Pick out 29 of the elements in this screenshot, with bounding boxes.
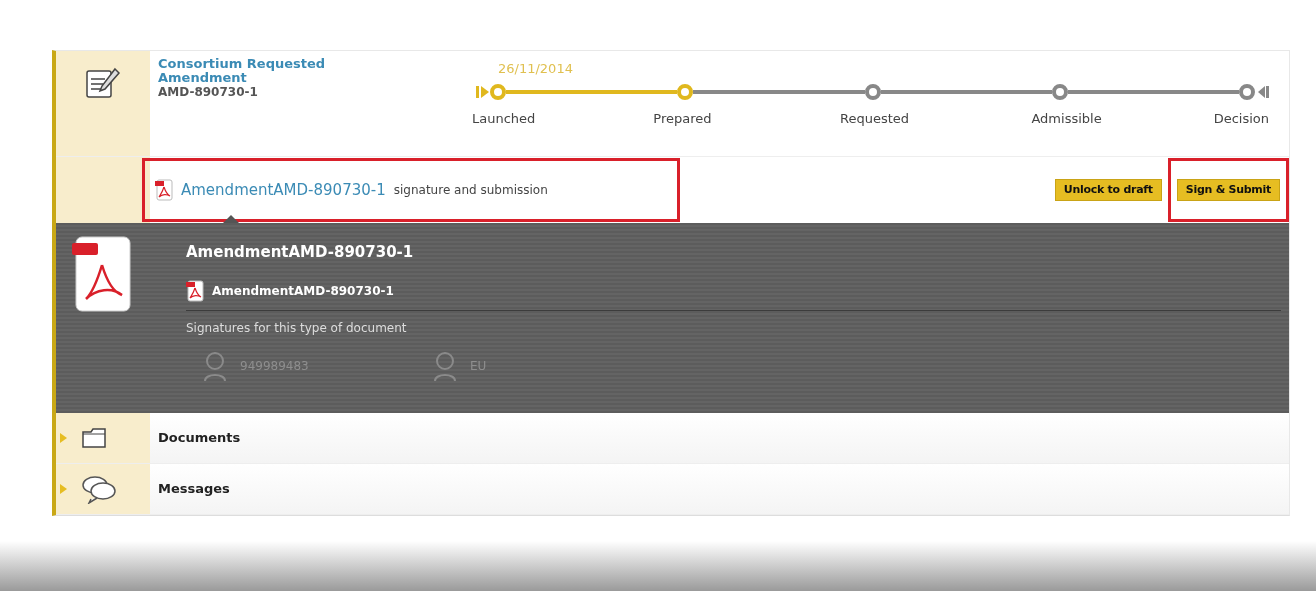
document-link[interactable]: AmendmentAMD-890730-1 [181, 178, 386, 202]
timeline-step-label: Requested [838, 110, 910, 128]
folder-icon [81, 427, 107, 449]
person-icon [432, 349, 458, 383]
pdf-file-icon [186, 279, 204, 302]
timeline-step-label: Admissible [1030, 110, 1103, 128]
document-title: AmendmentAMD-890730-1 [186, 242, 414, 263]
section-label: Documents [158, 429, 241, 448]
pdf-file-icon [155, 179, 173, 201]
section-row[interactable]: Messages [56, 464, 1289, 515]
case-code: AMD-890730-1 [158, 85, 259, 99]
timeline-step-label: Decision [1213, 110, 1269, 128]
end-marker-icon [1257, 85, 1269, 99]
document-note: signature and submission [393, 182, 548, 199]
case-title: Consortium Requested Amendment [158, 57, 327, 85]
start-marker-icon [476, 85, 490, 99]
launch-date: 26/11/2014 [497, 61, 573, 77]
timeline-step-label: Prepared [652, 110, 713, 128]
signatures-label: Signatures for this type of document [186, 320, 407, 337]
timeline-step-label: Launched [472, 110, 536, 128]
pdf-file-icon [72, 235, 134, 315]
person-icon [202, 349, 228, 383]
speech-bubbles-icon [81, 474, 117, 504]
edit-document-icon [85, 67, 121, 101]
section-label: Messages [158, 480, 230, 499]
file-name: AmendmentAMD-890730-1 [212, 282, 394, 300]
section-row[interactable]: Documents [56, 413, 1289, 464]
action-button[interactable]: Unlock to draft [1054, 179, 1162, 201]
action-button[interactable]: Sign & Submit [1176, 179, 1280, 201]
